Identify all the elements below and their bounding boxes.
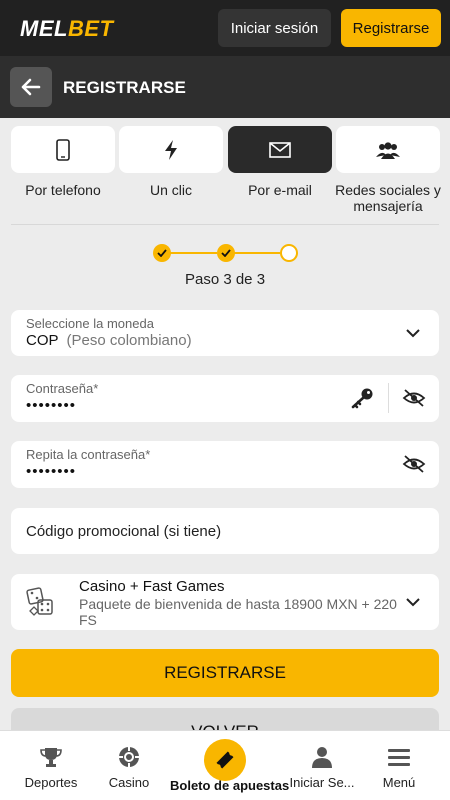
step-connector [234, 252, 280, 254]
trophy-icon [40, 745, 62, 769]
lightning-icon [165, 139, 177, 160]
eye-slash-icon[interactable] [401, 453, 427, 475]
submit-register-button[interactable]: REGISTRARSE [11, 649, 439, 697]
chevron-down-icon [403, 593, 423, 611]
method-email-tab[interactable] [228, 126, 332, 173]
key-icon[interactable] [349, 386, 375, 410]
envelope-icon [269, 141, 291, 158]
login-button[interactable]: Iniciar sesión [218, 9, 331, 47]
step-connector [170, 252, 217, 254]
field-separator [388, 383, 389, 413]
method-social-label: Redes sociales y mensajería [335, 182, 441, 214]
page-title: REGISTRARSE [63, 78, 186, 97]
arrow-left-icon [21, 78, 41, 96]
password-label: Contraseña* [26, 381, 99, 396]
sub-header: REGISTRARSE [0, 56, 450, 118]
user-icon [312, 745, 332, 769]
nav-menu[interactable]: Menú [374, 731, 424, 800]
nav-sports-label: Deportes [24, 775, 78, 790]
casino-chip-icon [118, 745, 140, 769]
password-value: •••••••• [26, 397, 77, 414]
currency-label: Seleccione la moneda [26, 316, 154, 331]
bottom-navigation: Deportes Casino Boleto de apuestas Inici… [0, 730, 450, 800]
step-indicator-text: Paso 3 de 3 [184, 271, 266, 288]
check-icon [157, 249, 167, 257]
method-phone-label: Por telefono [25, 182, 101, 198]
ticket-icon [204, 739, 246, 781]
bonus-select[interactable]: Casino + Fast Games Paquete de bienvenid… [11, 574, 439, 630]
currency-select[interactable]: Seleccione la moneda COP (Peso colombiano… [11, 310, 439, 356]
chevron-down-icon [403, 324, 423, 342]
nav-login[interactable]: Iniciar Se... [284, 731, 360, 800]
promo-code-placeholder: Código promocional (si tiene) [26, 523, 222, 540]
step-2-complete [217, 244, 235, 262]
top-bar: MELBET Iniciar sesión Registrarse [0, 0, 450, 56]
divider [11, 224, 439, 225]
method-social-tab[interactable] [336, 126, 440, 173]
password-field[interactable]: Contraseña* •••••••• [11, 375, 439, 422]
repeat-password-value: •••••••• [26, 463, 77, 480]
nav-sports[interactable]: Deportes [16, 731, 86, 800]
currency-value: COP (Peso colombiano) [26, 332, 192, 349]
promo-code-input[interactable]: Código promocional (si tiene) [11, 508, 439, 554]
melbet-logo[interactable]: MELBET [20, 16, 113, 42]
users-icon [376, 141, 400, 159]
method-one-click-label: Un clic [149, 182, 192, 198]
bonus-description: Paquete de bienvenida de hasta 18900 MXN… [79, 596, 397, 628]
step-1-complete [153, 244, 171, 262]
eye-slash-icon[interactable] [401, 387, 427, 409]
method-one-click-tab[interactable] [119, 126, 223, 173]
nav-casino[interactable]: Casino [100, 731, 158, 800]
repeat-password-field[interactable]: Repita la contraseña* •••••••• [11, 441, 439, 488]
nav-casino-label: Casino [108, 775, 150, 790]
check-icon [221, 249, 231, 257]
nav-menu-label: Menú [382, 775, 416, 790]
phone-icon [56, 138, 70, 161]
nav-login-label: Iniciar Se... [289, 775, 355, 790]
method-email-label: Por e-mail [248, 182, 312, 198]
casino-dice-icon [25, 586, 57, 618]
back-button[interactable] [10, 67, 52, 107]
method-phone-tab[interactable] [11, 126, 115, 173]
nav-bet-slip-label: Boleto de apuestas [170, 778, 290, 793]
register-button[interactable]: Registrarse [341, 9, 441, 47]
bonus-title: Casino + Fast Games [79, 578, 225, 595]
repeat-password-label: Repita la contraseña* [26, 447, 151, 462]
menu-icon [388, 745, 410, 769]
nav-bet-slip[interactable]: Boleto de apuestas [170, 731, 290, 800]
step-3-current [280, 244, 298, 262]
